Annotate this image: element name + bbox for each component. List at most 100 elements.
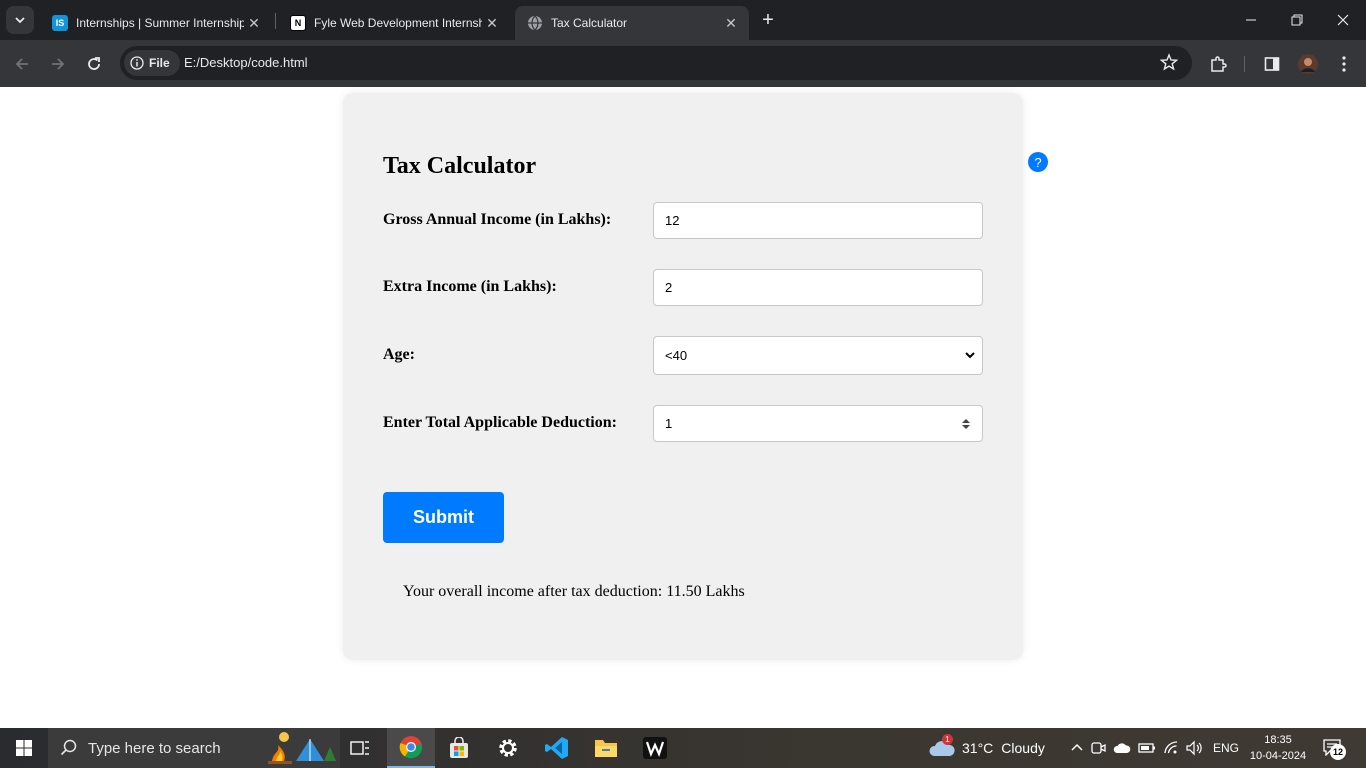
minimize-icon	[1246, 19, 1256, 21]
tab-search-button[interactable]	[6, 6, 34, 34]
gross-income-input[interactable]: 12	[653, 202, 983, 239]
weather-temperature: 31°C	[962, 740, 994, 756]
help-icon[interactable]: ?	[1028, 152, 1048, 172]
chevron-up-icon[interactable]	[1070, 741, 1084, 755]
task-view-icon	[350, 741, 369, 755]
profile-avatar[interactable]	[1294, 50, 1322, 78]
info-icon	[130, 56, 144, 70]
extra-income-input[interactable]: 2	[653, 269, 983, 306]
chrome-menu-button[interactable]	[1330, 50, 1358, 78]
new-tab-button[interactable]: +	[756, 8, 780, 32]
tab-title: Fyle Web Development Internshi	[314, 16, 482, 30]
page-title: Tax Calculator	[383, 153, 537, 179]
browser-toolbar: File E:/Desktop/code.html	[0, 40, 1366, 87]
language-indicator[interactable]: ENG	[1213, 741, 1239, 755]
taskbar-file-explorer[interactable]	[582, 728, 630, 768]
gross-income-value: 12	[665, 213, 680, 228]
taskbar-chrome[interactable]	[387, 728, 435, 768]
restore-button[interactable]	[1274, 0, 1320, 40]
notification-center-button[interactable]: 12	[1322, 728, 1346, 768]
taskbar-settings[interactable]	[484, 728, 532, 768]
notification-count-badge: 12	[1330, 744, 1346, 760]
internshala-icon: IS	[52, 15, 68, 31]
weather-badge: 1	[942, 734, 953, 745]
chevron-down-icon	[15, 17, 25, 24]
close-window-button[interactable]	[1320, 0, 1366, 40]
file-label: File	[149, 56, 170, 70]
extensions-button[interactable]	[1204, 50, 1232, 78]
taskbar-app-w[interactable]	[631, 728, 679, 768]
globe-icon	[527, 15, 543, 31]
result-text: Your overall income after tax deduction:…	[403, 583, 745, 600]
taskbar-microsoft-store[interactable]	[435, 728, 483, 768]
cloud-icon: 1	[928, 734, 956, 758]
close-icon[interactable]: ✕	[721, 13, 741, 33]
spinner-arrows-icon[interactable]	[960, 417, 972, 431]
close-icon[interactable]: ✕	[482, 13, 502, 33]
notion-icon: N	[290, 15, 306, 31]
campfire-illustration-icon	[268, 732, 336, 764]
tab-tax-calculator[interactable]: Tax Calculator ✕	[515, 6, 749, 40]
restore-icon	[1291, 14, 1303, 26]
gear-icon	[499, 739, 517, 757]
battery-icon[interactable]	[1138, 742, 1156, 754]
tab-fyle[interactable]: N Fyle Web Development Internshi ✕	[278, 6, 510, 40]
arrow-left-icon	[15, 58, 28, 70]
url-text[interactable]: E:/Desktop/code.html	[184, 55, 308, 70]
chevron-down-icon	[965, 352, 975, 359]
site-info-chip[interactable]: File	[124, 50, 180, 76]
taskbar-search-box[interactable]: Type here to search	[48, 728, 340, 768]
notification-icon: 12	[1322, 738, 1346, 760]
reload-icon	[88, 57, 100, 70]
address-bar[interactable]: File E:/Desktop/code.html	[120, 46, 1192, 80]
clock-time: 18:35	[1264, 734, 1292, 746]
back-button[interactable]	[8, 50, 36, 78]
bookmark-star-icon[interactable]	[1159, 53, 1179, 76]
minimize-button[interactable]	[1228, 0, 1274, 40]
avatar-icon	[1298, 54, 1318, 74]
onedrive-cloud-icon[interactable]	[1113, 741, 1131, 755]
taskbar-clock[interactable]: 18:35 10-04-2024	[1244, 732, 1312, 764]
taskbar-vscode[interactable]	[533, 728, 581, 768]
extra-income-label: Extra Income (in Lakhs):	[383, 278, 557, 295]
deduction-value: 1	[665, 416, 673, 431]
start-button[interactable]	[0, 728, 48, 768]
reload-button[interactable]	[80, 50, 108, 78]
weather-widget[interactable]: 1 31°C Cloudy	[928, 728, 1045, 768]
side-panel-button[interactable]	[1258, 50, 1286, 78]
age-label: Age:	[383, 346, 415, 363]
side-panel-icon	[1264, 57, 1280, 71]
age-selected-value: <40	[665, 348, 688, 363]
tax-calculator-card: Tax Calculator Gross Annual Income (in L…	[343, 93, 1023, 660]
search-placeholder: Type here to search	[88, 739, 221, 757]
submit-button[interactable]: Submit	[383, 492, 504, 543]
volume-icon[interactable]	[1185, 740, 1203, 756]
close-icon[interactable]: ✕	[244, 13, 264, 33]
tab-title: Tax Calculator	[551, 16, 628, 30]
search-icon	[60, 739, 77, 756]
vscode-icon	[545, 737, 568, 759]
extra-income-value: 2	[665, 280, 673, 295]
age-select[interactable]: <40	[653, 336, 983, 375]
deduction-input[interactable]: 1	[653, 405, 983, 442]
folder-icon	[595, 740, 617, 757]
tab-internships[interactable]: IS Internships | Summer Internship ✕	[40, 6, 272, 40]
task-view-button[interactable]	[336, 728, 384, 768]
tab-divider	[275, 13, 276, 29]
store-icon	[450, 737, 468, 758]
tab-strip: IS Internships | Summer Internship ✕ N F…	[0, 0, 1366, 40]
puzzle-icon	[1211, 56, 1227, 72]
chrome-icon	[399, 736, 423, 759]
windows-logo-icon	[16, 740, 32, 756]
kebab-menu-icon	[1342, 56, 1346, 72]
weather-condition: Cloudy	[1001, 740, 1045, 756]
deduction-label: Enter Total Applicable Deduction:	[383, 414, 617, 431]
wifi-icon[interactable]	[1163, 741, 1179, 755]
system-tray: ENG	[1066, 728, 1239, 768]
app-w-icon	[643, 737, 667, 759]
tab-title: Internships | Summer Internship	[76, 16, 244, 30]
windows-taskbar: Type here to search 1 31°C Cloudy ENG 18…	[0, 728, 1366, 768]
gross-income-label: Gross Annual Income (in Lakhs):	[383, 211, 612, 228]
meet-now-icon[interactable]	[1090, 740, 1106, 756]
forward-button[interactable]	[44, 50, 72, 78]
